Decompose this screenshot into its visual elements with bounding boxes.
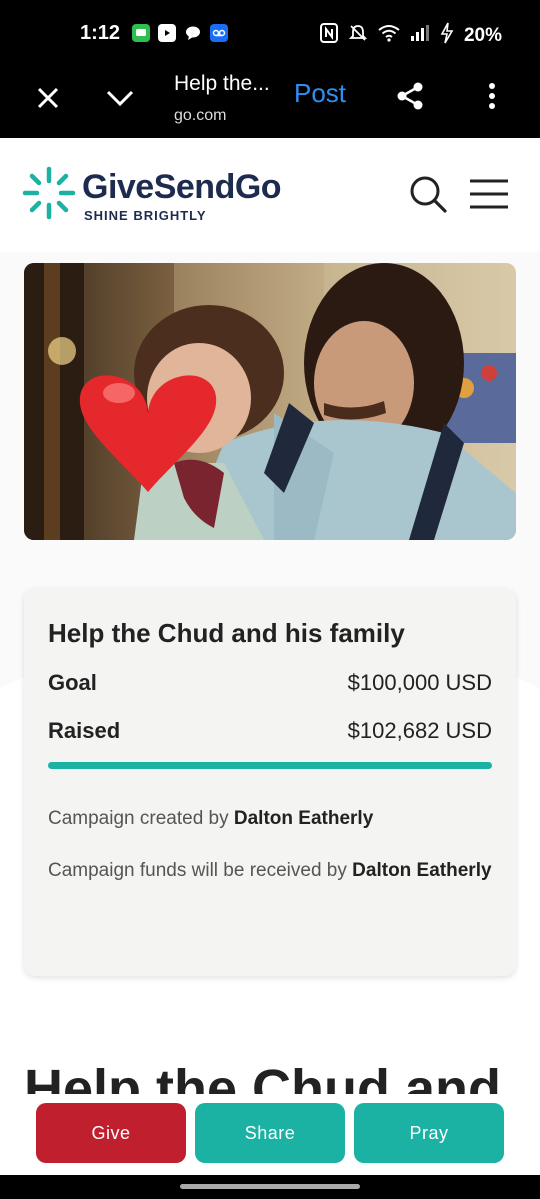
voicemail-icon — [210, 24, 228, 42]
logo-name[interactable]: GiveSendGo — [82, 168, 282, 207]
browser-toolbar: Help the... go.com Post — [0, 70, 540, 138]
raised-row: Raised $102,682 USD — [48, 718, 492, 744]
page-title: Help the... — [174, 72, 270, 95]
signal-icon — [410, 24, 430, 48]
messages-icon — [132, 24, 150, 42]
campaign-creator: Campaign created by Dalton Eatherly — [48, 804, 492, 834]
created-prefix: Campaign created by — [48, 808, 234, 829]
charging-icon — [440, 22, 454, 50]
status-bar: 1:12 20% — [0, 0, 540, 70]
close-icon[interactable] — [32, 82, 64, 114]
raised-value: $102,682 USD — [347, 718, 492, 743]
wifi-icon — [378, 24, 400, 48]
chat-icon — [184, 24, 202, 42]
mute-icon — [348, 23, 368, 49]
share-button[interactable]: Share — [195, 1103, 345, 1163]
progress-bar — [48, 762, 492, 769]
give-button[interactable]: Give — [36, 1103, 186, 1163]
home-gesture-handle[interactable] — [180, 1184, 360, 1189]
battery-percent: 20% — [463, 25, 502, 46]
system-status: 20% — [319, 22, 502, 50]
navigation-bar — [0, 1175, 540, 1199]
goal-row: Goal $100,000 USD — [48, 670, 492, 696]
goal-value: $100,000 USD — [347, 670, 492, 695]
goal-label: Goal — [48, 670, 97, 695]
funds-recipient: Campaign funds will be received by Dalto… — [48, 856, 492, 886]
post-button[interactable]: Post — [294, 78, 346, 109]
page-url: go.com — [174, 107, 227, 124]
youtube-icon — [158, 24, 176, 42]
status-time: 1:12 — [80, 22, 121, 44]
search-icon[interactable] — [408, 174, 448, 214]
raised-label: Raised — [48, 718, 121, 743]
web-page: GiveSendGo SHINE BRIGHTLY Help the Chud … — [0, 138, 540, 1175]
notification-icons — [132, 24, 228, 42]
hamburger-menu-icon[interactable] — [468, 178, 510, 210]
campaign-summary-card: Help the Chud and his family Goal $100,0… — [24, 588, 516, 976]
campaign-photo — [24, 263, 516, 540]
logo-tagline: SHINE BRIGHTLY — [84, 208, 207, 223]
recipient-name[interactable]: Dalton Eatherly — [352, 860, 491, 881]
logo-burst-icon[interactable] — [22, 166, 76, 220]
share-icon[interactable] — [394, 80, 426, 112]
progress-fill — [48, 762, 492, 769]
more-options-icon[interactable] — [480, 80, 504, 112]
site-header: GiveSendGo SHINE BRIGHTLY — [0, 138, 540, 252]
pray-button[interactable]: Pray — [354, 1103, 504, 1163]
campaign-title: Help the Chud and his family — [48, 618, 405, 648]
action-bar: Give Share Pray — [0, 1094, 540, 1175]
nfc-icon — [319, 23, 338, 49]
chevron-down-icon[interactable] — [104, 84, 136, 112]
received-prefix: Campaign funds will be received by — [48, 860, 353, 881]
creator-name[interactable]: Dalton Eatherly — [234, 808, 373, 829]
